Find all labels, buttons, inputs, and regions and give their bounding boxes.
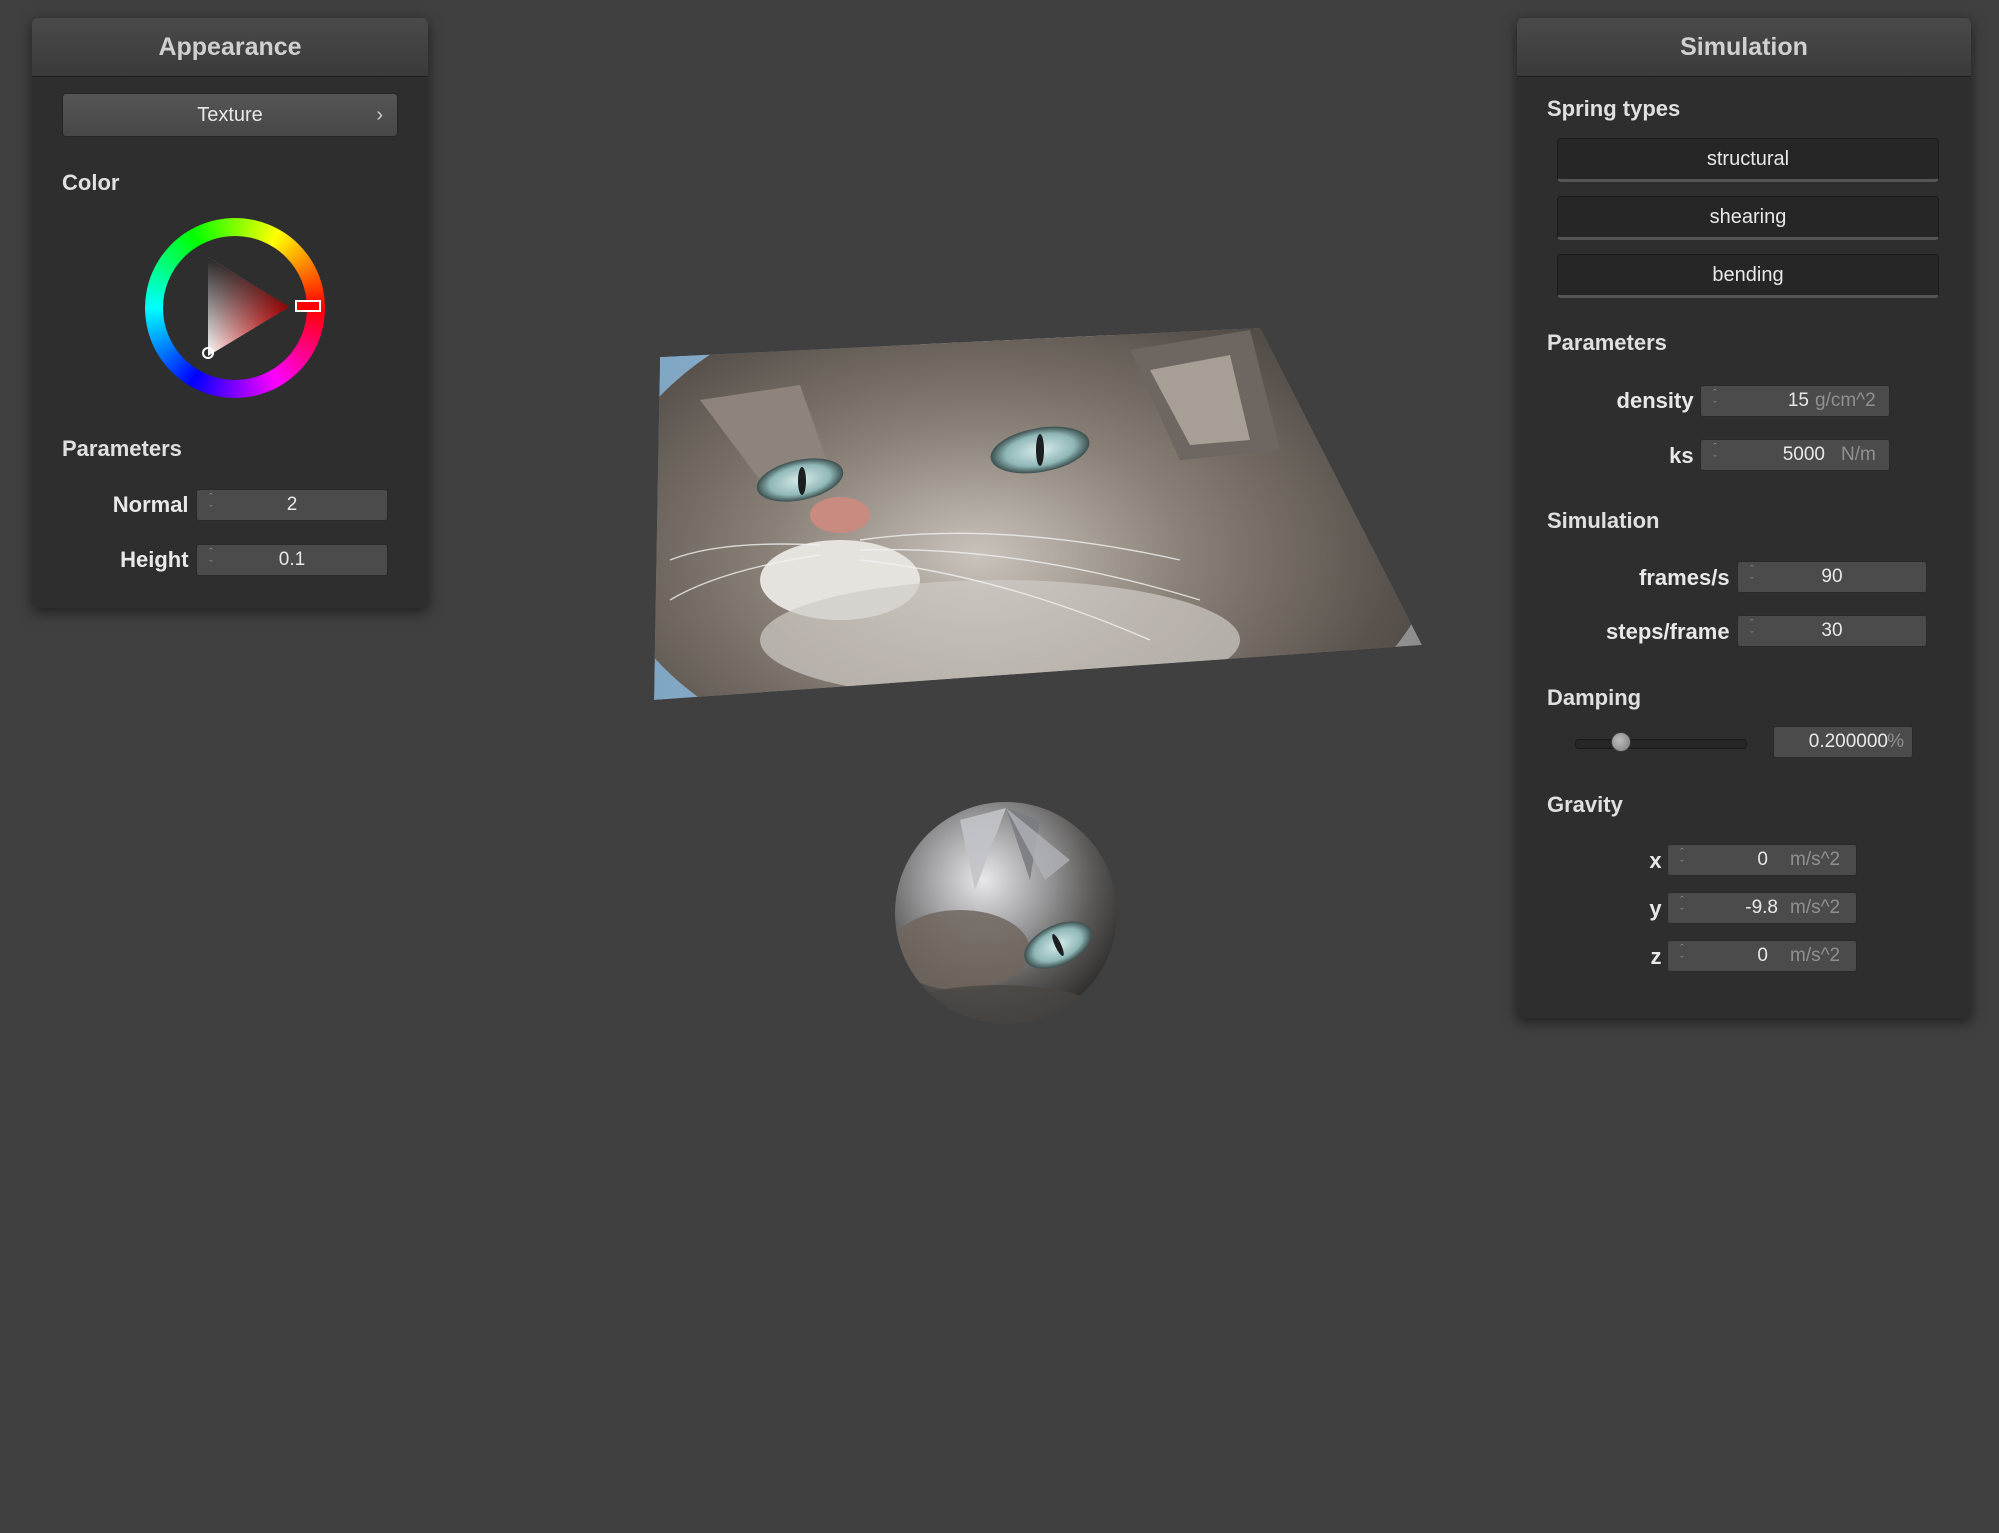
gravity-z-label: z :	[1650, 944, 1675, 969]
gravity-y-unit: m/s^2	[1790, 897, 1841, 918]
cloth-mesh	[654, 328, 1422, 700]
ks-value: 5000	[1782, 444, 1825, 465]
frames-per-second-label: frames/s :	[1639, 565, 1743, 590]
appearance-panel-title: Appearance	[32, 18, 428, 77]
damping-value: 0.200000	[1808, 731, 1888, 752]
gravity-y-spinbox[interactable]: ˆˇ -9.8 m/s^2	[1667, 892, 1857, 924]
height-spinbox[interactable]: ˆˇ 0.1	[196, 544, 388, 576]
gravity-label: Gravity	[1547, 792, 1623, 817]
steps-per-frame-value: 30	[1821, 620, 1843, 641]
spin-arrows-icon[interactable]: ˆˇ	[1676, 895, 1688, 921]
steps-per-frame-spinbox[interactable]: ˆˇ 30	[1737, 615, 1927, 647]
gravity-z-value: 0	[1757, 945, 1768, 966]
ks-label: ks :	[1669, 443, 1707, 468]
appearance-parameters-label: Parameters	[62, 436, 182, 461]
damping-slider[interactable]	[1575, 732, 1747, 752]
appearance-panel: Appearance Texture › Color Parameters No…	[32, 18, 428, 608]
normal-label: Normal :	[112, 492, 202, 517]
render-viewport[interactable]: Appearance Texture › Color Parameters No…	[0, 0, 1999, 1533]
damping-slider-handle[interactable]	[1611, 732, 1631, 752]
frames-per-second-spinbox[interactable]: ˆˇ 90	[1737, 561, 1927, 593]
gravity-z-spinbox[interactable]: ˆˇ 0 m/s^2	[1667, 940, 1857, 972]
spring-types-label: Spring types	[1547, 96, 1681, 121]
simulation-panel: Simulation Spring types structural shear…	[1517, 18, 1971, 1018]
gravity-y-label: y :	[1649, 896, 1675, 921]
spin-arrows-icon[interactable]: ˆˇ	[1676, 943, 1688, 969]
gravity-x-unit: m/s^2	[1790, 849, 1841, 870]
color-section-label: Color	[62, 170, 120, 195]
gravity-x-label: x :	[1649, 848, 1675, 873]
damping-label: Damping	[1547, 685, 1642, 710]
frames-per-second-value: 90	[1821, 566, 1843, 587]
gravity-x-spinbox[interactable]: ˆˇ 0 m/s^2	[1667, 844, 1857, 876]
texture-button-label: Texture	[197, 104, 263, 126]
height-value: 0.1	[278, 549, 306, 570]
gravity-z-unit: m/s^2	[1790, 945, 1841, 966]
shearing-button[interactable]: shearing	[1557, 196, 1939, 240]
normal-value: 2	[286, 494, 298, 515]
structural-button-label: structural	[1706, 148, 1790, 170]
gravity-y-value: -9.8	[1745, 897, 1778, 918]
hue-handle[interactable]	[295, 300, 321, 312]
spin-arrows-icon[interactable]: ˆˇ	[1709, 442, 1721, 468]
spin-arrows-icon[interactable]: ˆˇ	[1676, 847, 1688, 873]
bending-button-label: bending	[1712, 264, 1784, 286]
chevron-right-icon: ›	[376, 104, 383, 126]
ks-unit: N/m	[1841, 444, 1876, 465]
steps-per-frame-label: steps/frame :	[1606, 619, 1743, 644]
density-unit: g/cm^2	[1815, 390, 1876, 411]
bending-button[interactable]: bending	[1557, 254, 1939, 298]
color-wheel[interactable]	[145, 218, 325, 398]
simulation-panel-title: Simulation	[1517, 18, 1971, 77]
normal-spinbox[interactable]: ˆˇ 2	[196, 489, 388, 521]
simulation-parameters-label: Parameters	[1547, 330, 1667, 355]
simulation-section-label: Simulation	[1547, 508, 1660, 533]
density-label: density :	[1616, 388, 1707, 413]
damping-unit: %	[1887, 731, 1904, 752]
damping-textbox[interactable]: 0.200000 %	[1773, 726, 1913, 758]
texture-button[interactable]: Texture ›	[62, 93, 398, 137]
structural-button[interactable]: structural	[1557, 138, 1939, 182]
density-spinbox[interactable]: ˆˇ 15 g/cm^2	[1700, 385, 1890, 417]
height-label: Height :	[120, 547, 202, 572]
collision-sphere	[895, 802, 1117, 1024]
gravity-x-value: 0	[1757, 849, 1768, 870]
spin-arrows-icon[interactable]: ˆˇ	[1709, 388, 1721, 414]
damping-slider-track[interactable]	[1575, 739, 1747, 749]
density-value: 15	[1787, 390, 1809, 411]
ks-spinbox[interactable]: ˆˇ 5000 N/m	[1700, 439, 1890, 471]
shearing-button-label: shearing	[1709, 206, 1787, 228]
